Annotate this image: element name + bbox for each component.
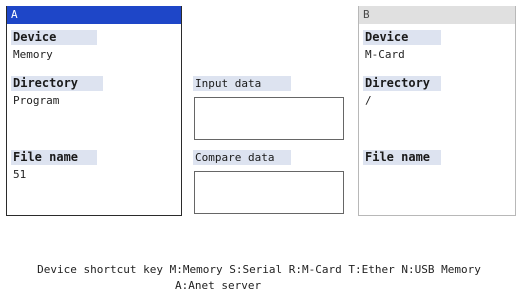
compare-data-field[interactable] <box>194 171 344 214</box>
pane-a[interactable]: A Device Memory Directory Program File n… <box>6 6 182 216</box>
pane-a-directory-label: Directory <box>11 76 103 91</box>
pane-a-device-label: Device <box>11 30 97 45</box>
pane-b-directory-label: Directory <box>363 76 441 91</box>
input-data-field[interactable] <box>194 97 344 140</box>
pane-b-header[interactable]: B <box>359 6 515 24</box>
pane-a-filename-value[interactable]: 51 <box>13 168 26 182</box>
input-data-label: Input data <box>193 76 291 91</box>
pane-a-header[interactable]: A <box>7 6 181 24</box>
shortcut-help-line2: A:Anet server <box>175 279 262 292</box>
pane-b-device-value[interactable]: M-Card <box>365 48 405 62</box>
pane-a-device-value[interactable]: Memory <box>13 48 53 62</box>
pane-a-directory-value[interactable]: Program <box>13 94 59 108</box>
pane-b-device-label: Device <box>363 30 441 45</box>
pane-b-filename-label: File name <box>363 150 441 165</box>
shortcut-help-line1: Device shortcut key M:Memory S:Serial R:… <box>37 263 481 276</box>
pane-b-directory-value[interactable]: / <box>365 94 372 108</box>
pane-b[interactable]: B Device M-Card Directory / File name <box>358 6 516 216</box>
compare-data-label: Compare data <box>193 150 291 165</box>
pane-a-filename-label: File name <box>11 150 97 165</box>
